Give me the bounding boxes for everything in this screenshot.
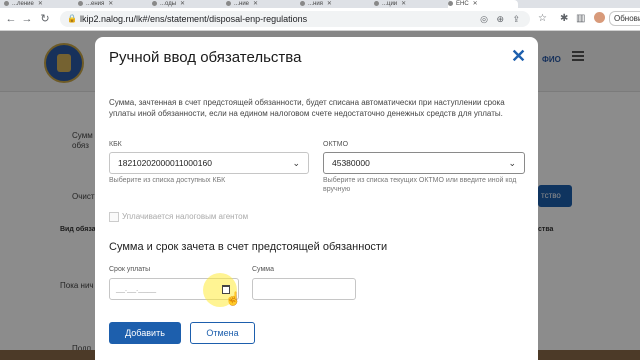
add-button[interactable]: Добавить	[109, 322, 181, 344]
tab-favicon-icon	[300, 0, 305, 6]
close-icon[interactable]: ✕	[511, 46, 526, 67]
tab-close-icon[interactable]: ✕	[473, 0, 478, 8]
hand-cursor-icon: ☝	[225, 291, 242, 306]
forward-icon[interactable]: →	[20, 11, 34, 27]
tab-favicon-icon	[448, 0, 453, 6]
sidebar-icon[interactable]: ▥	[576, 11, 585, 27]
tab-favicon-icon	[4, 0, 9, 6]
url-text: lkip2.nalog.ru/lk#/ens/statement/disposa…	[80, 14, 308, 24]
tab-close-icon[interactable]: ✕	[401, 0, 406, 8]
browser-tab[interactable]: ...ения ✕	[78, 0, 148, 8]
browser-tab-strip: ...ление ✕ ...ения ✕ ...оды ✕ ...ние ✕ ...ни…	[0, 0, 640, 8]
oktmo-select[interactable]: 45380000 ⌄	[323, 152, 525, 174]
tab-close-icon[interactable]: ✕	[180, 0, 185, 8]
tab-favicon-icon	[78, 0, 83, 6]
kbk-value: 18210202000011000160	[118, 158, 212, 168]
kbk-label: КБК	[109, 141, 122, 148]
kbk-hint: Выберите из списка доступных КБК	[109, 177, 226, 184]
browser-tab[interactable]: ...ции ✕	[374, 0, 444, 8]
browser-tab[interactable]: ...ние ✕	[226, 0, 296, 8]
bookmark-star-icon[interactable]: ☆	[538, 11, 547, 27]
section-title: Сумма и срок зачета в счет предстоящей о…	[109, 241, 388, 253]
tab-close-icon[interactable]: ✕	[253, 0, 258, 8]
due-date-placeholder: __.__.____	[116, 284, 157, 293]
amount-field[interactable]	[252, 278, 356, 300]
tab-close-icon[interactable]: ✕	[38, 0, 43, 8]
due-date-label: Срок уплаты	[109, 266, 151, 273]
tax-agent-label: Уплачивается налоговым агентом	[122, 212, 249, 222]
tax-agent-checkbox[interactable]: Уплачивается налоговым агентом	[109, 208, 248, 226]
modal-description: Сумма, зачтенная в счет предстоящей обяз…	[109, 98, 505, 118]
cancel-button[interactable]: Отмена	[190, 322, 255, 344]
chevron-down-icon: ⌄	[292, 158, 300, 168]
chevron-down-icon: ⌄	[508, 158, 516, 168]
google-lens-icon[interactable]: ◎	[480, 11, 488, 27]
reload-icon[interactable]: ↻	[38, 11, 52, 27]
back-icon[interactable]: ←	[4, 11, 18, 27]
tab-favicon-icon	[374, 0, 379, 6]
browser-tab-active[interactable]: ЕНС ✕	[448, 0, 518, 8]
manual-obligation-modal: Ручной ввод обязательства ✕ Сумма, зачте…	[95, 37, 538, 360]
tab-close-icon[interactable]: ✕	[108, 0, 113, 8]
browser-tab[interactable]: ...ния ✕	[300, 0, 370, 8]
browser-tab[interactable]: ...оды ✕	[152, 0, 222, 8]
share-icon[interactable]: ⇪	[512, 11, 520, 27]
address-bar[interactable]: 🔒 lkip2.nalog.ru/lk#/ens/statement/dispo…	[60, 11, 530, 27]
oktmo-value: 45380000	[332, 158, 370, 168]
update-button[interactable]: Обновить	[609, 11, 640, 26]
modal-title: Ручной ввод обязательства	[109, 49, 302, 66]
lock-icon: 🔒	[67, 14, 77, 23]
kbk-select[interactable]: 18210202000011000160 ⌄	[109, 152, 309, 174]
zoom-icon[interactable]: ⊕	[496, 11, 504, 27]
tab-favicon-icon	[152, 0, 157, 6]
checkbox-box[interactable]	[109, 211, 119, 222]
oktmo-hint: Выберите из списка текущих ОКТМО или вве…	[323, 177, 517, 193]
tab-favicon-icon	[226, 0, 231, 6]
extensions-icon[interactable]: ✱	[560, 11, 568, 27]
browser-tab[interactable]: ...ление ✕	[4, 0, 74, 8]
amount-label: Сумма	[252, 266, 274, 273]
browser-toolbar: ← → ↻ 🔒 lkip2.nalog.ru/lk#/ens/statement…	[0, 8, 640, 31]
oktmo-label: ОКТМО	[323, 141, 349, 148]
profile-avatar[interactable]	[594, 12, 605, 23]
tab-close-icon[interactable]: ✕	[327, 0, 332, 8]
